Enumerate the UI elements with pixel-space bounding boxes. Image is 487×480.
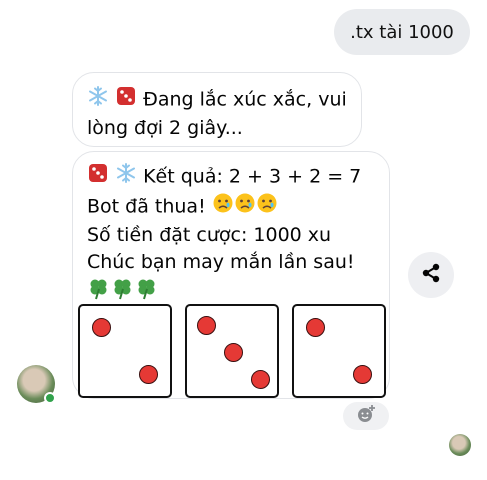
- outgoing-message[interactable]: .tx tài 1000: [334, 9, 470, 55]
- sad-face-icons: [212, 192, 278, 222]
- die-pip: [139, 365, 158, 384]
- online-status-dot: [44, 392, 56, 404]
- add-reaction-button[interactable]: [343, 402, 389, 430]
- rolling-text-line2: lòng đợi 2 giây...: [87, 117, 243, 139]
- die-1: [78, 304, 172, 398]
- bot-message-result[interactable]: Kết quả: 2 + 3 + 2 = 7 Bot đã thua! Số t…: [72, 151, 390, 399]
- die-pip: [197, 316, 216, 335]
- die-pip: [92, 318, 111, 337]
- dice-icon: [87, 162, 109, 192]
- die-3: [292, 304, 386, 398]
- seen-avatar: [449, 434, 471, 456]
- die-pip: [306, 318, 325, 337]
- die-pip: [251, 370, 270, 389]
- die-pip: [353, 365, 372, 384]
- luck-text: Chúc bạn may mắn lần sau!: [87, 251, 355, 273]
- rolling-text-line1: Đang lắc xúc xắc, vui: [143, 88, 347, 111]
- snowflake-icon: [87, 85, 109, 115]
- lose-text: Bot đã thua!: [87, 195, 206, 218]
- snowflake-icon: [115, 162, 137, 192]
- dice-icon: [115, 85, 137, 115]
- outgoing-message-text: .tx tài 1000: [350, 21, 454, 43]
- share-icon: [420, 262, 442, 288]
- share-button[interactable]: [408, 252, 454, 298]
- result-text: Kết quả: 2 + 3 + 2 = 7: [143, 165, 362, 188]
- die-pip: [224, 343, 243, 362]
- bet-text: Số tiền đặt cược: 1000 xu: [87, 224, 332, 246]
- bot-message-rolling[interactable]: Đang lắc xúc xắc, vui lòng đợi 2 giây...: [72, 72, 362, 147]
- die-2: [185, 304, 279, 398]
- add-reaction-icon: [356, 404, 376, 428]
